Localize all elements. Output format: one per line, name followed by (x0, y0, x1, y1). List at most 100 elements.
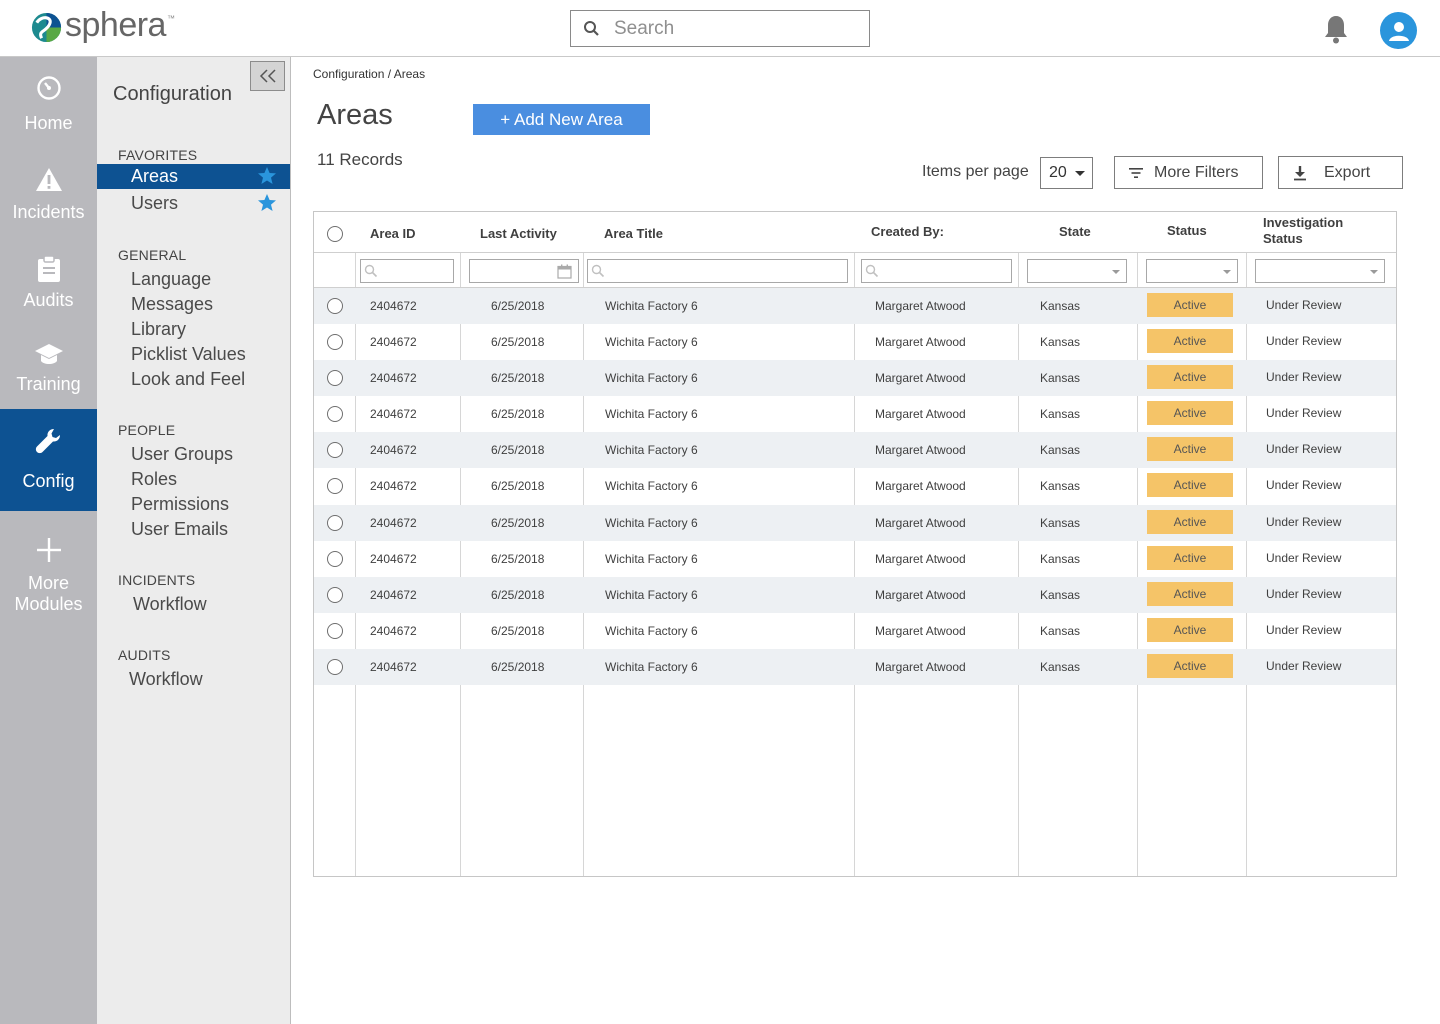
rail-item-training[interactable]: Training (0, 341, 97, 411)
column-header-state[interactable]: State (1059, 224, 1091, 240)
rail-item-incidents[interactable]: Incidents (0, 167, 97, 237)
area-id-filter-input[interactable] (360, 259, 454, 283)
area-title-cell: Wichita Factory 6 (605, 299, 698, 313)
table-row[interactable]: 2404672 6/25/2018 Wichita Factory 6 Margare… (314, 396, 1396, 432)
sidebar-item-permissions[interactable]: Permissions (97, 492, 290, 517)
sidebar-item-look-and-feel[interactable]: Look and Feel (97, 367, 290, 392)
more-filters-button[interactable]: More Filters (1114, 156, 1263, 189)
search-input[interactable] (614, 17, 854, 40)
sidebar-item-label: Picklist Values (131, 344, 246, 364)
sidebar-item-messages[interactable]: Messages (97, 292, 290, 317)
star-icon[interactable] (257, 193, 277, 213)
sidebar-item-areas[interactable]: Areas (97, 164, 290, 189)
state-cell: Kansas (1040, 299, 1081, 313)
select-all-radio[interactable] (327, 226, 343, 242)
investigation-status-filter-select[interactable] (1255, 259, 1385, 283)
sidebar-item-roles[interactable]: Roles (97, 467, 290, 492)
area-title-cell: Wichita Factory 6 (605, 588, 698, 602)
table-row[interactable]: 2404672 6/25/2018 Wichita Factory 6 Margare… (314, 541, 1396, 577)
column-header-area-title[interactable]: Area Title (604, 226, 663, 242)
table-row[interactable]: 2404672 6/25/2018 Wichita Factory 6 Margare… (314, 288, 1396, 324)
last-activity-filter-input[interactable] (469, 259, 579, 283)
table-row[interactable]: 2404672 6/25/2018 Wichita Factory 6 Margare… (314, 577, 1396, 613)
rail-item-config[interactable]: Config (0, 409, 97, 511)
area-id-cell: 2404672 (370, 299, 417, 313)
rail-label-modules: Modules (14, 594, 83, 614)
notifications-bell-icon[interactable] (1322, 13, 1350, 45)
collapse-sidebar-button[interactable] (250, 61, 285, 91)
created-by-cell: Margaret Atwood (875, 588, 966, 602)
last-activity-cell: 6/25/2018 (491, 660, 545, 674)
row-select-radio[interactable] (327, 442, 343, 458)
section-heading-audits: AUDITS (118, 647, 171, 663)
status-badge: Active (1147, 654, 1233, 678)
rail-item-audits[interactable]: Audits (0, 255, 97, 325)
created-by-cell: Margaret Atwood (875, 299, 966, 313)
row-select-radio[interactable] (327, 515, 343, 531)
column-header-status[interactable]: Status (1167, 223, 1207, 239)
row-select-radio[interactable] (327, 334, 343, 350)
configuration-sidebar: Configuration FAVORITES Areas Users GENE… (97, 57, 291, 1024)
area-title-cell: Wichita Factory 6 (605, 371, 698, 385)
row-select-radio[interactable] (327, 406, 343, 422)
row-select-radio[interactable] (327, 298, 343, 314)
table-row[interactable]: 2404672 6/25/2018 Wichita Factory 6 Margare… (314, 505, 1396, 541)
breadcrumb[interactable]: Configuration / Areas (313, 67, 425, 81)
row-select-radio[interactable] (327, 623, 343, 639)
investigation-status-cell: Under Review (1266, 551, 1342, 565)
star-icon[interactable] (257, 166, 277, 186)
record-count: 11 Records (317, 150, 403, 169)
user-avatar[interactable] (1380, 12, 1417, 49)
table-row[interactable]: 2404672 6/25/2018 Wichita Factory 6 Margare… (314, 324, 1396, 360)
rail-label-training: Training (16, 374, 81, 394)
search-icon (584, 20, 599, 36)
row-select-radio[interactable] (327, 551, 343, 567)
items-per-page-select[interactable]: 20 (1040, 157, 1093, 189)
sidebar-item-users[interactable]: Users (97, 191, 290, 216)
investigation-status-cell: Under Review (1266, 515, 1342, 529)
table-row[interactable]: 2404672 6/25/2018 Wichita Factory 6 Margare… (314, 468, 1396, 504)
search-icon (364, 264, 378, 278)
table-row[interactable]: 2404672 6/25/2018 Wichita Factory 6 Margare… (314, 432, 1396, 468)
add-new-area-button[interactable]: + Add New Area (473, 104, 650, 135)
created-by-filter-input[interactable] (861, 259, 1012, 283)
caret-down-icon (1370, 270, 1378, 274)
status-filter-select[interactable] (1146, 259, 1238, 283)
sidebar-item-user-emails[interactable]: User Emails (97, 517, 290, 542)
sidebar-item-incidents-workflow[interactable]: Workflow (97, 592, 290, 617)
row-select-radio[interactable] (327, 370, 343, 386)
sidebar-item-library[interactable]: Library (97, 317, 290, 342)
rail-item-home[interactable]: Home (0, 75, 97, 145)
column-header-area-id[interactable]: Area ID (370, 226, 416, 242)
area-title-cell: Wichita Factory 6 (605, 624, 698, 638)
column-header-created-by[interactable]: Created By: (871, 224, 944, 240)
area-id-cell: 2404672 (370, 624, 417, 638)
column-header-investigation-status[interactable]: Investigation Status (1263, 215, 1343, 247)
rail-item-more-modules[interactable]: More Modules (0, 537, 97, 617)
area-title-filter-input[interactable] (587, 259, 848, 283)
sidebar-item-audits-workflow[interactable]: Workflow (97, 667, 290, 692)
table-row[interactable]: 2404672 6/25/2018 Wichita Factory 6 Margare… (314, 613, 1396, 649)
sidebar-item-user-groups[interactable]: User Groups (97, 442, 290, 467)
row-select-radio[interactable] (327, 478, 343, 494)
investigation-status-cell: Under Review (1266, 370, 1342, 384)
sidebar-item-label: Workflow (129, 669, 203, 689)
sphera-logo[interactable]: sphera ™ (30, 8, 175, 45)
table-row[interactable]: 2404672 6/25/2018 Wichita Factory 6 Margare… (314, 649, 1396, 685)
state-cell: Kansas (1040, 443, 1081, 457)
table-row[interactable]: 2404672 6/25/2018 Wichita Factory 6 Margare… (314, 360, 1396, 396)
sidebar-item-language[interactable]: Language (97, 267, 290, 292)
area-title-cell: Wichita Factory 6 (605, 552, 698, 566)
column-header-last-activity[interactable]: Last Activity (480, 226, 557, 242)
investigation-status-cell: Under Review (1266, 623, 1342, 637)
export-button[interactable]: Export (1278, 156, 1403, 189)
row-select-radio[interactable] (327, 659, 343, 675)
status-badge: Active (1147, 329, 1233, 353)
row-select-radio[interactable] (327, 587, 343, 603)
last-activity-cell: 6/25/2018 (491, 371, 545, 385)
state-filter-select[interactable] (1027, 259, 1127, 283)
sidebar-item-picklist-values[interactable]: Picklist Values (97, 342, 290, 367)
search-box[interactable] (570, 10, 870, 47)
sidebar-item-label: Look and Feel (131, 369, 246, 389)
last-activity-cell: 6/25/2018 (491, 552, 545, 566)
